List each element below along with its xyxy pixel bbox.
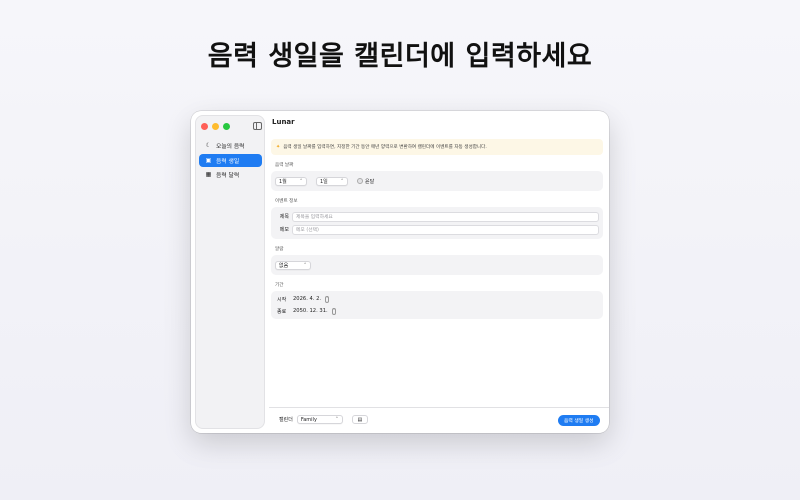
lightbulb-icon: ✦ [276, 144, 281, 150]
lunar-date-section-label: 음력 날짜 [275, 163, 294, 168]
sidebar-nav: ☾ 오늘의 음력 ▣ 음력 생일 ▦ 음력 달력 [199, 139, 262, 183]
alarm-section-label: 알람 [275, 247, 284, 252]
month-select-value: 1월 [279, 178, 287, 185]
end-date-stepper[interactable]: ⌃ [331, 307, 336, 315]
main-content: ✦ 음력 생일 날짜를 입력하면, 지정한 기간 동안 매년 양력으로 변환하여… [271, 139, 603, 319]
title-input[interactable]: 제목을 입력하세요 [292, 211, 599, 222]
alarm-select-value: 없음 [279, 262, 289, 269]
sidebar-item-lunar-calendar[interactable]: ▦ 음력 달력 [199, 168, 262, 181]
end-date-label: 종료 [277, 308, 287, 315]
notice-banner: ✦ 음력 생일 날짜를 입력하면, 지정한 기간 동안 매년 양력으로 변환하여… [271, 139, 603, 155]
event-info-card: 제목 제목을 입력하세요 메모 메모 (선택) [271, 207, 603, 239]
app-window: ☾ 오늘의 음력 ▣ 음력 생일 ▦ 음력 달력 Lunar ✦ 음력 생일 날… [191, 111, 609, 433]
memo-input[interactable]: 메모 (선택) [292, 224, 599, 235]
sidebar-item-label: 오늘의 음력 [216, 144, 245, 150]
sidebar-item-label: 음력 달력 [216, 173, 240, 179]
zoom-window-button[interactable] [223, 123, 230, 130]
start-date-stepper[interactable]: ⌃ [325, 295, 330, 303]
sidebar-toggle-icon[interactable] [253, 122, 262, 130]
day-select-value: 1일 [320, 178, 328, 185]
leap-month-label: 윤달 [365, 178, 375, 185]
sidebar: ☾ 오늘의 음력 ▣ 음력 생일 ▦ 음력 달력 [195, 115, 265, 429]
memo-field-label: 메모 [279, 227, 289, 233]
month-select[interactable]: 1월 ⌃ [275, 176, 307, 186]
radio-icon [357, 178, 363, 184]
gift-icon: ▣ [205, 156, 212, 164]
sidebar-item-label: 음력 생일 [216, 158, 240, 165]
calendar-select-value: Family [300, 416, 317, 423]
create-lunar-birthday-button[interactable]: 음력 생일 생성 [558, 415, 600, 426]
calendar-select[interactable]: Family ⌃ [296, 415, 343, 424]
calendar-label: 캘린더 [279, 417, 293, 423]
page-headline: 음력 생일을 캘린더에 입력하세요 [207, 41, 593, 72]
notice-text: 음력 생일 날짜를 입력하면, 지정한 기간 동안 매년 양력으로 변환하여 캘… [283, 145, 487, 150]
leap-month-toggle[interactable]: 윤달 [357, 178, 374, 185]
moon-icon: ☾ [205, 142, 212, 149]
start-date-value[interactable]: 2026. 4. 2. [293, 296, 321, 302]
chevron-updown-icon: ⌃ [299, 178, 303, 184]
calendar-add-button[interactable]: ▤ [351, 415, 368, 424]
start-date-label: 시작 [277, 296, 287, 303]
close-window-button[interactable] [201, 123, 208, 130]
chevron-updown-icon: ⌃ [335, 417, 339, 422]
sidebar-item-lunar-birthday[interactable]: ▣ 음력 생일 [199, 153, 262, 167]
title-field-label: 제목 [279, 214, 289, 220]
lunar-date-card: 1월 ⌃ 1일 ⌃ 윤달 [271, 171, 603, 191]
calendar-plus-icon: ▤ [357, 416, 363, 423]
window-controls [201, 123, 230, 130]
alarm-select[interactable]: 없음 ⌃ [275, 260, 311, 270]
footer-divider [269, 407, 609, 408]
window-title: Lunar [272, 118, 295, 126]
event-info-section-label: 이벤트 정보 [275, 199, 298, 204]
minimize-window-button[interactable] [212, 123, 219, 130]
day-select[interactable]: 1일 ⌃ [316, 176, 348, 186]
sidebar-item-today-lunar[interactable]: ☾ 오늘의 음력 [199, 139, 262, 152]
chevron-updown-icon: ⌃ [340, 178, 344, 184]
period-section-label: 기간 [275, 283, 284, 288]
end-date-value[interactable]: 2050. 12. 31. [293, 308, 328, 314]
alarm-card: 없음 ⌃ [271, 255, 603, 275]
chevron-updown-icon: ⌃ [303, 262, 307, 268]
footer-bar: 캘린더 Family ⌃ ▤ [279, 415, 368, 424]
period-card: 시작 2026. 4. 2. ⌃ 종료 2050. 12. 31. ⌃ [271, 291, 603, 319]
calendar-icon: ▦ [205, 171, 212, 178]
